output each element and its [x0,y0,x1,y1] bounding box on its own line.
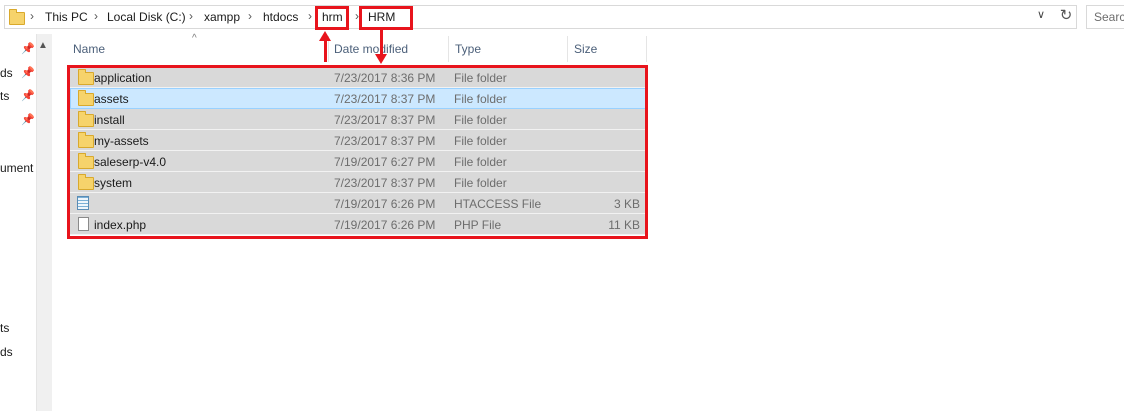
breadcrumb-htdocs[interactable]: htdocs [263,10,298,24]
nav-item-documents[interactable]: ts [0,89,9,103]
chevron-right-icon[interactable]: › [308,9,312,23]
pin-icon: 📌 [21,67,35,79]
nav-item-downloads-2[interactable]: ds [0,345,13,359]
column-header-date[interactable]: Date modified [334,42,408,56]
refresh-icon[interactable]: ↻ [1056,6,1076,26]
column-divider[interactable] [646,36,647,62]
annotation-arrow-up-shaft [324,40,327,62]
pin-icon: 📌 [21,43,35,55]
chevron-right-icon[interactable]: › [189,9,193,23]
scroll-up-icon[interactable]: ▲ [38,40,48,51]
breadcrumb-xampp[interactable]: xampp [204,10,240,24]
sort-ascending-icon: ^ [192,33,197,44]
column-divider[interactable] [448,36,449,62]
column-header-name[interactable]: Name [73,42,105,56]
annotation-arrow-down-icon [375,54,387,64]
folder-icon [9,9,25,25]
breadcrumb-local-disk[interactable]: Local Disk (C:) [107,10,186,24]
annotation-arrow-down-shaft [380,30,383,54]
annotation-box-renamed-hrm [359,6,413,30]
breadcrumb-this-pc[interactable]: This PC [45,10,88,24]
nav-scrollbar[interactable] [36,34,52,411]
search-placeholder: Searc [1094,10,1124,24]
chevron-down-icon[interactable]: ∨ [1037,8,1045,21]
column-header-type[interactable]: Type [455,42,481,56]
chevron-right-icon[interactable]: › [30,9,34,23]
pin-icon: 📌 [21,90,35,102]
column-header-size[interactable]: Size [574,42,597,56]
nav-item-desktop[interactable]: ts [0,321,9,335]
address-bar: › This PC › Local Disk (C:) › xampp › ht… [0,0,1124,34]
nav-item-downloads[interactable]: ds [0,66,13,80]
pin-icon: 📌 [21,114,35,126]
annotation-box-hrm [315,6,349,30]
annotation-box-file-list [67,65,648,239]
chevron-right-icon[interactable]: › [248,9,252,23]
annotation-arrow-up-icon [319,31,331,41]
column-divider[interactable] [567,36,568,62]
nav-item-documents-2[interactable]: ument [0,161,33,175]
chevron-right-icon[interactable]: › [94,9,98,23]
